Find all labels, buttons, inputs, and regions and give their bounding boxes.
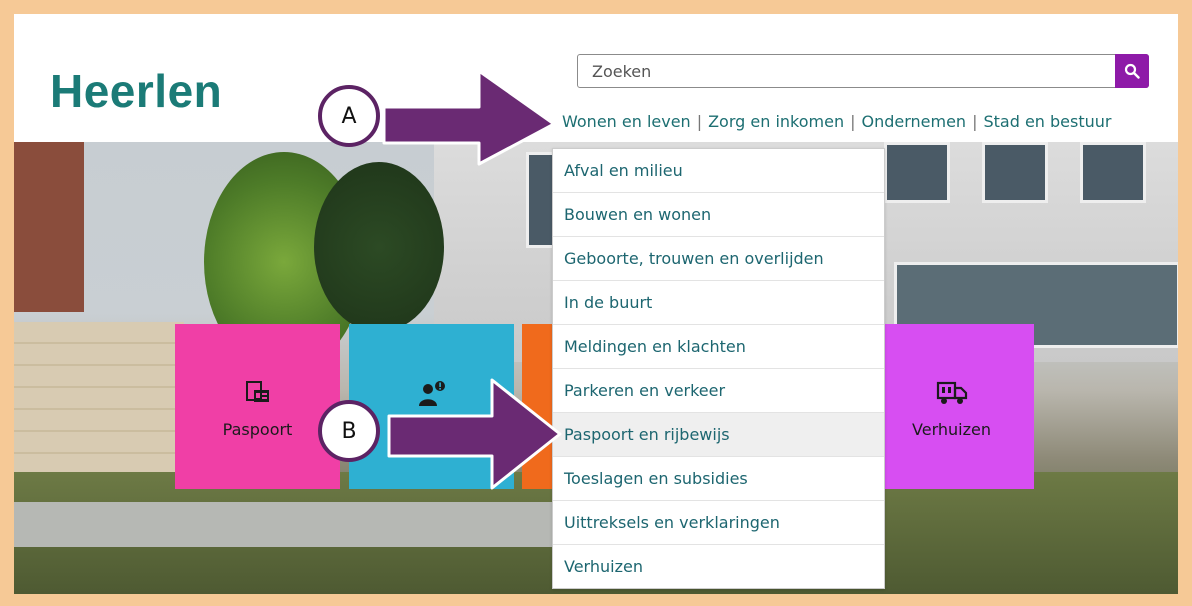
tile-verhuizen[interactable]: Verhuizen (869, 324, 1034, 489)
search-box (577, 54, 1149, 88)
site-logo[interactable]: Heerlen (50, 64, 222, 118)
dropdown-item-paspoort-en-rijbewijs[interactable]: Paspoort en rijbewijs (553, 413, 884, 457)
main-nav: Wonen en leven | Zorg en inkomen | Onderneme… (562, 112, 1111, 131)
dropdown-item-toeslagen-en-subsidies[interactable]: Toeslagen en subsidies (553, 457, 884, 501)
nav-separator: | (972, 112, 978, 131)
search-input[interactable] (578, 55, 1113, 87)
annotation-frame: Heerlen Wonen en leven | Zorg en inkomen | O… (0, 0, 1192, 606)
dropdown-item-bouwen-en-wonen[interactable]: Bouwen en wonen (553, 193, 884, 237)
passport-icon (175, 380, 340, 410)
hero-ledge (14, 502, 554, 547)
nav-ondernemen[interactable]: Ondernemen (861, 112, 966, 131)
tile-paspoort-label: Paspoort (222, 420, 293, 439)
annotation-arrow-b (387, 378, 562, 490)
nav-stad-en-bestuur[interactable]: Stad en bestuur (983, 112, 1111, 131)
tile-verhuizen-label: Verhuizen (912, 420, 991, 439)
browser-page: Heerlen Wonen en leven | Zorg en inkomen | O… (14, 14, 1178, 594)
site-header: Heerlen Wonen en leven | Zorg en inkomen | O… (14, 14, 1178, 142)
search-button[interactable] (1115, 54, 1149, 88)
annotation-marker-b: B (318, 400, 380, 462)
tile-paspoort[interactable]: Paspoort (175, 324, 340, 489)
nav-separator: | (696, 112, 703, 131)
dropdown-item-uittreksels-en-verklaringen[interactable]: Uittreksels en verklaringen (553, 501, 884, 545)
annotation-marker-a: A (318, 85, 380, 147)
nav-wonen-en-leven[interactable]: Wonen en leven (562, 112, 691, 131)
dropdown-item-afval-en-milieu[interactable]: Afval en milieu (553, 149, 884, 193)
dropdown-item-verhuizen[interactable]: Verhuizen (553, 545, 884, 588)
dropdown-item-parkeren-en-verkeer[interactable]: Parkeren en verkeer (553, 369, 884, 413)
nav-dropdown-menu: Afval en milieu Bouwen en wonen Geboorte… (552, 148, 885, 589)
hero-brick-house (14, 142, 84, 312)
search-icon (1124, 63, 1140, 79)
dropdown-item-in-de-buurt[interactable]: In de buurt (553, 281, 884, 325)
dropdown-item-meldingen-en-klachten[interactable]: Meldingen en klachten (553, 325, 884, 369)
nav-separator: | (850, 112, 856, 131)
moving-truck-icon (869, 380, 1034, 410)
annotation-arrow-a (382, 69, 556, 166)
dropdown-item-geboorte-trouwen-overlijden[interactable]: Geboorte, trouwen en overlijden (553, 237, 884, 281)
nav-zorg-en-inkomen[interactable]: Zorg en inkomen (708, 112, 844, 131)
